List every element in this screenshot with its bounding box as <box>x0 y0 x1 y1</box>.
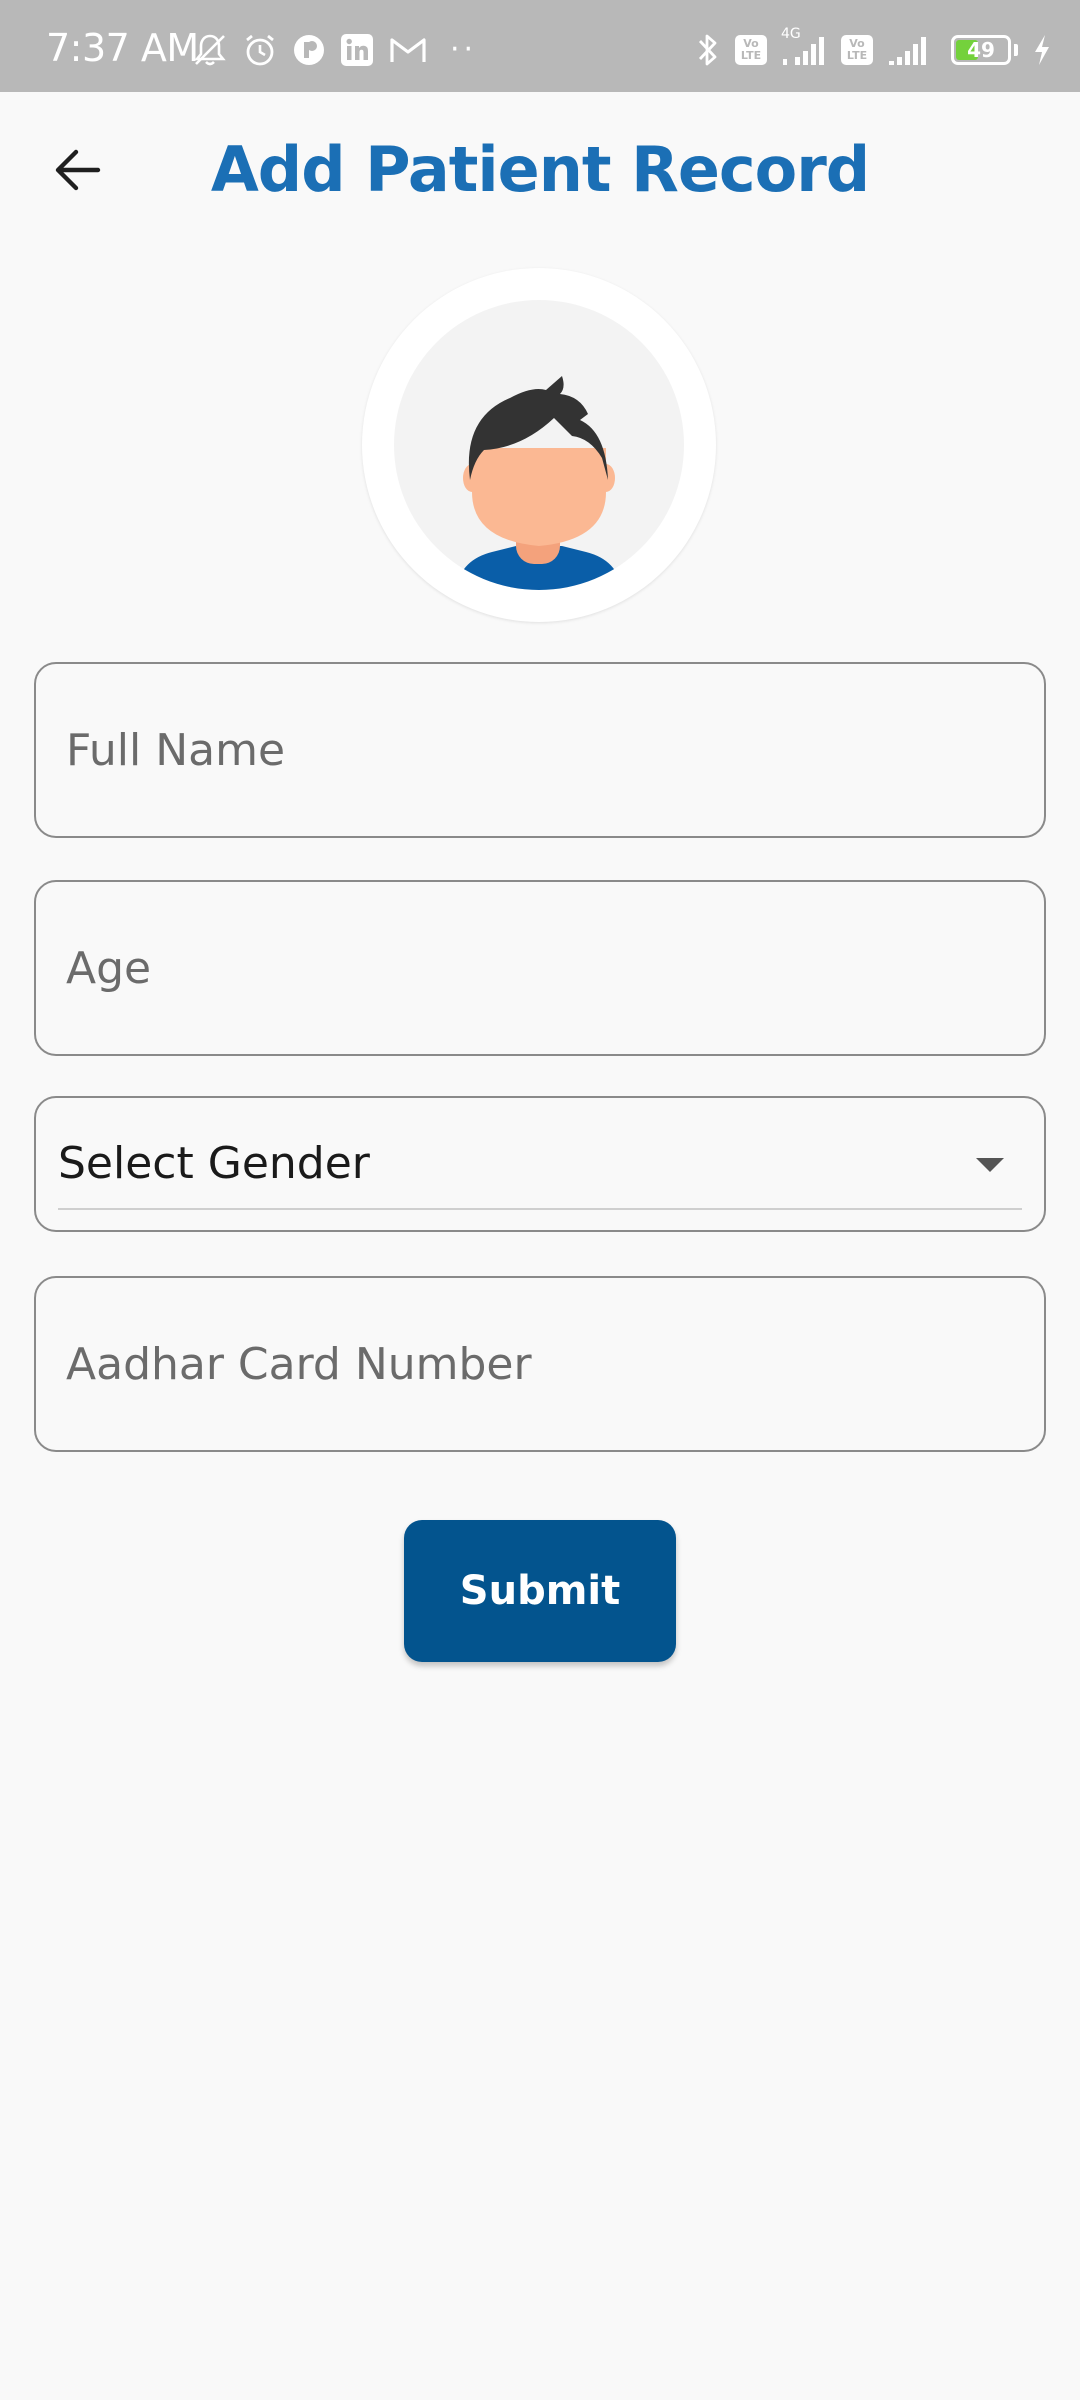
gender-dropdown[interactable]: Select Gender <box>34 1096 1046 1232</box>
signal-icon-2 <box>887 33 937 67</box>
battery-icon: 49 <box>951 35 1011 65</box>
app-notification-icon <box>292 33 326 67</box>
volte-icon: Vo LTE <box>735 35 767 65</box>
aadhar-input[interactable] <box>36 1278 1044 1450</box>
more-notifications: ·· <box>450 32 478 67</box>
battery-cap <box>1014 44 1018 56</box>
charging-icon <box>1032 33 1052 67</box>
gender-dropdown-label: Select Gender <box>58 1138 370 1189</box>
status-system-icons: Vo LTE 4G Vo LTE 49 <box>695 27 1052 70</box>
status-time: 7:37 AM <box>46 26 199 70</box>
signal-icon: 4G <box>781 27 827 67</box>
avatar-ring[interactable] <box>362 268 716 622</box>
submit-button[interactable]: Submit <box>404 1520 676 1662</box>
age-input[interactable] <box>36 882 1044 1054</box>
linkedin-icon <box>340 33 374 67</box>
age-field[interactable] <box>34 880 1046 1056</box>
volte-icon-2: Vo LTE <box>841 35 873 65</box>
aadhar-field[interactable] <box>34 1276 1046 1452</box>
dropdown-underline <box>58 1208 1022 1210</box>
gmail-icon <box>388 34 428 66</box>
person-avatar-icon <box>394 300 684 590</box>
status-notification-icons: ·· <box>192 30 477 70</box>
full-name-field[interactable] <box>34 662 1046 838</box>
page-title: Add Patient Record <box>210 133 870 206</box>
bluetooth-icon <box>695 31 721 69</box>
alarm-icon <box>242 32 278 68</box>
full-name-input[interactable] <box>36 664 1044 836</box>
mute-icon <box>192 32 228 68</box>
battery-level: 49 <box>967 38 995 62</box>
status-bar: 7:37 AM ·· Vo LTE 4G Vo LTE 49 <box>0 0 1080 92</box>
dropdown-arrow-icon <box>976 1158 1004 1172</box>
network-type: 4G <box>781 26 801 42</box>
